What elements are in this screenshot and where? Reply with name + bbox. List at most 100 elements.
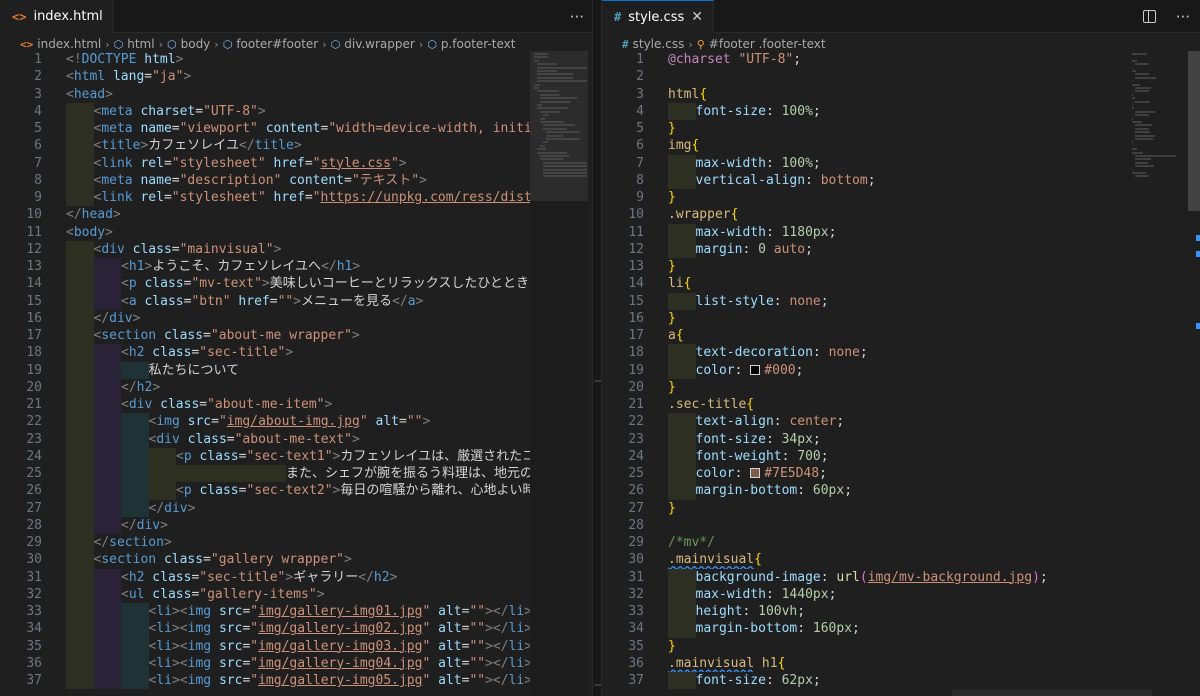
code-line: 36 .mainvisual h1{ — [602, 655, 1200, 672]
code-token: ; — [828, 224, 837, 240]
indent-guide — [93, 465, 121, 483]
code-token: } — [668, 259, 676, 274]
color-swatch[interactable] — [750, 364, 761, 375]
code-token: </ — [93, 535, 110, 550]
code-token: li — [508, 673, 525, 688]
code-token: head — [73, 86, 106, 102]
status-overlay — [952, 690, 1152, 696]
breadcrumb-item[interactable]: # style.css — [622, 37, 684, 51]
line-number: 34 — [26, 621, 42, 637]
close-icon[interactable]: ✕ — [691, 9, 703, 25]
code-editor[interactable]: 1 @charset "UTF-8"; 2 3 html{4 font-size: 100… — [602, 51, 1200, 696]
indent-guide — [121, 465, 149, 483]
minimap-line — [540, 158, 564, 161]
code-token: img — [156, 414, 180, 430]
minimap-line — [537, 151, 567, 154]
code-token: > — [343, 552, 352, 568]
code-token: > — [293, 293, 302, 309]
breadcrumb-item[interactable]: ⬡ html — [114, 37, 155, 51]
code-token: < — [121, 397, 129, 412]
line-number: 11 — [26, 224, 42, 240]
line-number: 23 — [26, 431, 42, 447]
indent-guide — [93, 344, 121, 362]
more-actions-button[interactable]: ··· — [570, 8, 584, 26]
indent-guide — [93, 447, 121, 465]
code-line: 29 /*mv*/ — [602, 534, 1200, 551]
line-number: 7 — [636, 155, 644, 171]
sash-mark — [595, 684, 601, 686]
indent-guide — [93, 585, 121, 603]
code-token: img — [187, 638, 212, 654]
minimap-line — [1135, 158, 1152, 161]
code-token: "sec-title" — [199, 345, 286, 361]
css-file-icon: # — [614, 10, 622, 24]
code-token: "stylesheet" — [171, 155, 266, 171]
breadcrumb-item[interactable]: ⬡ div.wrapper — [331, 37, 415, 51]
line-number: 28 — [26, 517, 42, 533]
line-number: 18 — [628, 345, 644, 361]
code-line: 7 max-width: 100%; — [602, 154, 1200, 172]
line-number: 9 — [34, 190, 42, 205]
color-swatch[interactable] — [750, 468, 761, 478]
line-number: 10 — [628, 207, 644, 223]
code-line: 29 </section> — [0, 534, 592, 552]
breadcrumb-item[interactable]: ⬡ footer#footer — [223, 37, 319, 51]
code-editor[interactable]: 1 <!DOCTYPE html> 2 <html lang="ja"> 3 <head>… — [0, 51, 592, 696]
code-token: img/gallery-img03.jpg — [258, 638, 423, 654]
code-token: ; — [820, 293, 829, 309]
code-token: カフェソレイユは、厳選されたコーヒ — [340, 448, 562, 464]
tab-index-html[interactable]: <> index.html — [0, 0, 114, 33]
editor-split-sash[interactable] — [592, 0, 602, 696]
code-token: > — [112, 207, 121, 223]
code-line: 10 </head> — [0, 206, 592, 223]
code-line: 17 <section class="about-me wrapper"> — [0, 327, 592, 345]
code-token: > — [351, 328, 360, 343]
line-number: 16 — [26, 310, 42, 326]
code-token: < — [121, 259, 129, 274]
code-token: ></ — [485, 604, 509, 619]
code-token: class — [156, 552, 204, 568]
code-token: : — [765, 431, 782, 447]
code-line: 2 — [602, 68, 1200, 85]
breadcrumb-item[interactable]: ⬡ body — [167, 37, 210, 51]
breadcrumb-item[interactable]: ⚲ #footer .footer-text — [697, 37, 826, 51]
code-token: > — [132, 310, 141, 326]
code-line: 16} — [602, 310, 1200, 327]
code-token: h2 — [136, 379, 153, 395]
indent-guide — [668, 154, 696, 172]
minimap-line — [1135, 175, 1150, 178]
code-token: img — [668, 138, 692, 154]
code-text: a{ — [668, 327, 1200, 344]
code-token: class — [191, 483, 239, 499]
code-line: 14 li{ — [602, 275, 1200, 292]
code-token: html — [668, 86, 700, 102]
indent-guide — [93, 482, 121, 500]
code-token: "sec-text1" — [246, 448, 333, 464]
code-text: font-size: 62px; — [668, 672, 1200, 690]
breadcrumb-item[interactable]: ⬡ p.footer-text — [427, 37, 515, 51]
code-line: 11 max-width: 1180px; — [602, 223, 1200, 241]
minimap[interactable] — [530, 51, 588, 696]
tab-label: style.css — [628, 9, 685, 25]
code-token: = — [195, 103, 204, 119]
code-line: 22 <img src="img/about-img.jpg" alt=""> — [0, 413, 592, 431]
more-actions-button[interactable]: ··· — [1176, 8, 1190, 26]
vertical-scrollbar[interactable] — [1188, 51, 1200, 696]
split-editor-icon[interactable] — [1142, 10, 1156, 23]
minimap-line — [534, 56, 549, 59]
minimap[interactable] — [1128, 51, 1186, 696]
code-line: 9 <link rel="stylesheet" href="https://un… — [0, 189, 592, 207]
tab-style-css[interactable]: # style.css ✕ — [602, 0, 714, 33]
code-text: } — [668, 258, 1200, 275]
line-number: 18 — [26, 345, 42, 361]
minimap-line — [1132, 104, 1133, 106]
code-token: .wrapper — [668, 207, 731, 223]
breadcrumb-item[interactable]: <> index.html — [20, 37, 101, 51]
indent-guide — [66, 171, 94, 189]
code-token: </ — [392, 293, 408, 309]
code-token: > — [293, 138, 302, 154]
indent-guide — [668, 292, 696, 310]
scrollbar-thumb[interactable] — [1188, 51, 1200, 211]
code-token: "" — [469, 638, 486, 654]
code-token: "description" — [179, 172, 282, 188]
